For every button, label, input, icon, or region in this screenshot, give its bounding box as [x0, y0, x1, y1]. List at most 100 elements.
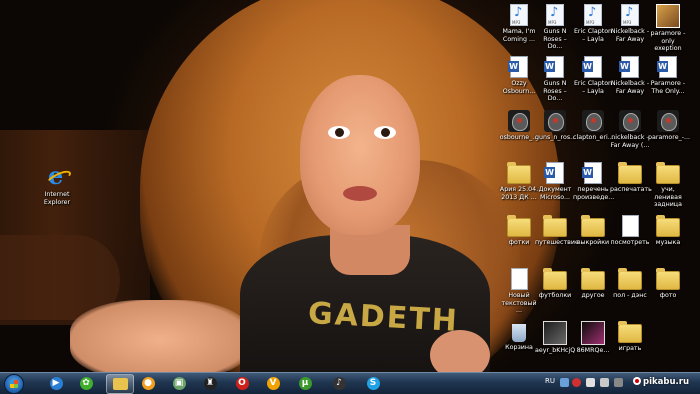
desktop-icon-label: 86MRQe... — [576, 347, 610, 354]
image-file-icon — [581, 321, 605, 345]
desktop-icon[interactable]: распечатать — [610, 162, 652, 194]
image-file-icon — [543, 321, 567, 345]
desktop-icon[interactable]: пол - дэнс — [610, 268, 650, 300]
desktop-icon[interactable]: музыка — [648, 215, 688, 247]
start-button[interactable] — [4, 374, 24, 394]
word-document-icon — [544, 162, 564, 184]
flag-icon[interactable] — [614, 378, 623, 387]
desktop-icon-label: выкройки — [576, 239, 610, 246]
folder-icon — [618, 321, 642, 343]
desktop-icon[interactable]: Mama, I'm Coming ... — [499, 4, 539, 43]
desktop-icon-label: paramore_-... — [648, 134, 691, 141]
keyboard-icon[interactable] — [560, 378, 569, 387]
desktop-icon-label: посмотреть — [610, 239, 650, 246]
desktop-icon[interactable]: Nickelback - Far Away — [610, 56, 650, 95]
wallpaper-hand — [430, 330, 490, 372]
network-icon[interactable] — [586, 378, 595, 387]
taskbar-button[interactable]: μ — [294, 374, 316, 392]
desktop-icon-label: распечатать — [610, 186, 652, 193]
desktop-icon[interactable]: 86MRQe... — [573, 321, 613, 355]
desktop-icon[interactable]: Ария 25.04. 2013 ДК ... — [499, 162, 539, 201]
desktop-icon[interactable]: guns_n_ros... — [535, 110, 576, 142]
desktop-icon-label: Ария 25.04. 2013 ДК ... — [499, 186, 539, 201]
desktop-icon[interactable]: аeyr_bKHcjQ — [535, 321, 575, 355]
taskbar-button[interactable]: O — [231, 374, 253, 392]
watermark: pikabu.ru — [633, 377, 689, 387]
desktop-icon[interactable]: путешествие — [535, 215, 579, 247]
desktop-icon-label: Корзина — [505, 344, 533, 351]
volume-icon[interactable] — [600, 378, 609, 387]
desktop-icon-label: Paramore - The Only... — [650, 80, 686, 95]
desktop-icon[interactable]: paramore - only exeption — [648, 4, 688, 53]
image-file-icon — [656, 4, 680, 28]
text-file-icon — [510, 268, 528, 290]
desktop-icon[interactable]: Eric Clapton – Layla — [573, 56, 613, 95]
desktop-icon[interactable]: Новый текстовый ... — [499, 268, 539, 315]
desktop-icon-label: Eric Clapton – Layla — [573, 80, 613, 95]
folder-icon — [543, 215, 567, 237]
desktop-icon-label: clapton_eri... — [573, 134, 614, 141]
desktop-icon-label: аeyr_bKHcjQ — [535, 347, 576, 354]
desktop-icon[interactable]: paramore_-... — [648, 110, 691, 142]
taskbar-button[interactable]: ▣ — [168, 374, 190, 392]
guitar-pro-file-icon — [619, 110, 641, 132]
skype-icon: S — [366, 376, 380, 390]
desktop-icon-label: Internet Explorer — [43, 191, 71, 206]
desktop-icon-label: Nickelback - Far Away — [610, 28, 650, 43]
desktop-icon[interactable]: Guns N Roses – Do... — [535, 4, 575, 51]
desktop-icon[interactable]: nickelback - Far Away (... — [610, 110, 650, 149]
guitar-pro-file-icon — [544, 110, 566, 132]
desktop-icon[interactable]: clapton_eri... — [573, 110, 614, 142]
aimp-icon: ● — [141, 376, 155, 390]
desktop-icon[interactable]: Paramore - The Only... — [648, 56, 688, 95]
taskbar-button[interactable]: ♜ — [199, 374, 221, 392]
desktop-icon[interactable]: выкройки — [573, 215, 613, 247]
desktop-icon[interactable]: Guns N Roses – Do... — [535, 56, 575, 103]
language-indicator[interactable]: RU — [545, 377, 555, 385]
taskbar-button[interactable] — [106, 374, 134, 394]
desktop-icon[interactable]: учи, ленивая задница — [648, 162, 688, 209]
desktop-icon[interactable]: Ozzy Osbourn... — [499, 56, 539, 95]
desktop-icon-label: учи, ленивая задница — [654, 186, 682, 209]
desktop-icon[interactable]: Nickelback - Far Away — [610, 4, 650, 43]
mp3-file-icon — [584, 4, 602, 26]
desktop-icon[interactable]: играть — [610, 321, 650, 353]
desktop-icon[interactable]: osbourne_... — [499, 110, 539, 142]
taskbar-button[interactable]: V — [262, 374, 284, 392]
desktop-icon[interactable]: Документ Microso... — [535, 162, 575, 201]
icq-icon: ✿ — [79, 376, 93, 390]
taskbar-button[interactable]: ▶ — [45, 374, 67, 392]
guitar-pro-file-icon — [508, 110, 530, 132]
v-app-icon: V — [266, 376, 280, 390]
desktop-icon[interactable]: фото — [648, 268, 688, 300]
explorer-folder-icon — [112, 378, 128, 390]
desktop-icon-label: Новый текстовый ... — [501, 292, 537, 315]
taskbar-button[interactable]: ✿ — [75, 374, 97, 392]
desktop-icon[interactable]: футболки — [535, 268, 575, 300]
folder-icon — [543, 268, 567, 290]
photo-app-icon: ♜ — [203, 376, 217, 390]
taskbar-button[interactable]: ♪ — [328, 374, 350, 392]
desktop-icon[interactable]: Корзина — [499, 321, 539, 352]
folder-icon — [656, 268, 680, 290]
folder-icon — [507, 215, 531, 237]
folder-icon — [618, 162, 642, 184]
desktop-icon[interactable]: фотки — [499, 215, 539, 247]
taskbar: ▶ ✿ ● ▣ ♜ O Vμ ♪ S RU — [0, 372, 700, 394]
desktop-icon-label: osbourne_... — [499, 134, 539, 141]
desktop-icon[interactable]: Eric Clapton – Layla — [573, 4, 613, 43]
desktop-icon[interactable]: другое — [573, 268, 613, 300]
word-document-icon — [582, 56, 602, 78]
antivirus-tray-icon[interactable] — [572, 378, 581, 387]
taskbar-button[interactable]: ● — [137, 374, 159, 392]
mp3-file-icon — [510, 4, 528, 26]
taskbar-button[interactable]: S — [362, 374, 384, 392]
folder-icon — [581, 268, 605, 290]
desktop-icon[interactable]: перечень произведе... — [573, 162, 614, 201]
internet-explorer-icon — [46, 161, 68, 190]
desktop-icon-label: путешествие — [535, 239, 579, 246]
desktop-icon-internet-explorer[interactable]: Internet Explorer — [37, 161, 77, 206]
desktop-icon[interactable]: посмотреть — [610, 215, 650, 247]
word-document-icon — [582, 162, 602, 184]
desktop-icon-label: музыка — [655, 239, 681, 246]
